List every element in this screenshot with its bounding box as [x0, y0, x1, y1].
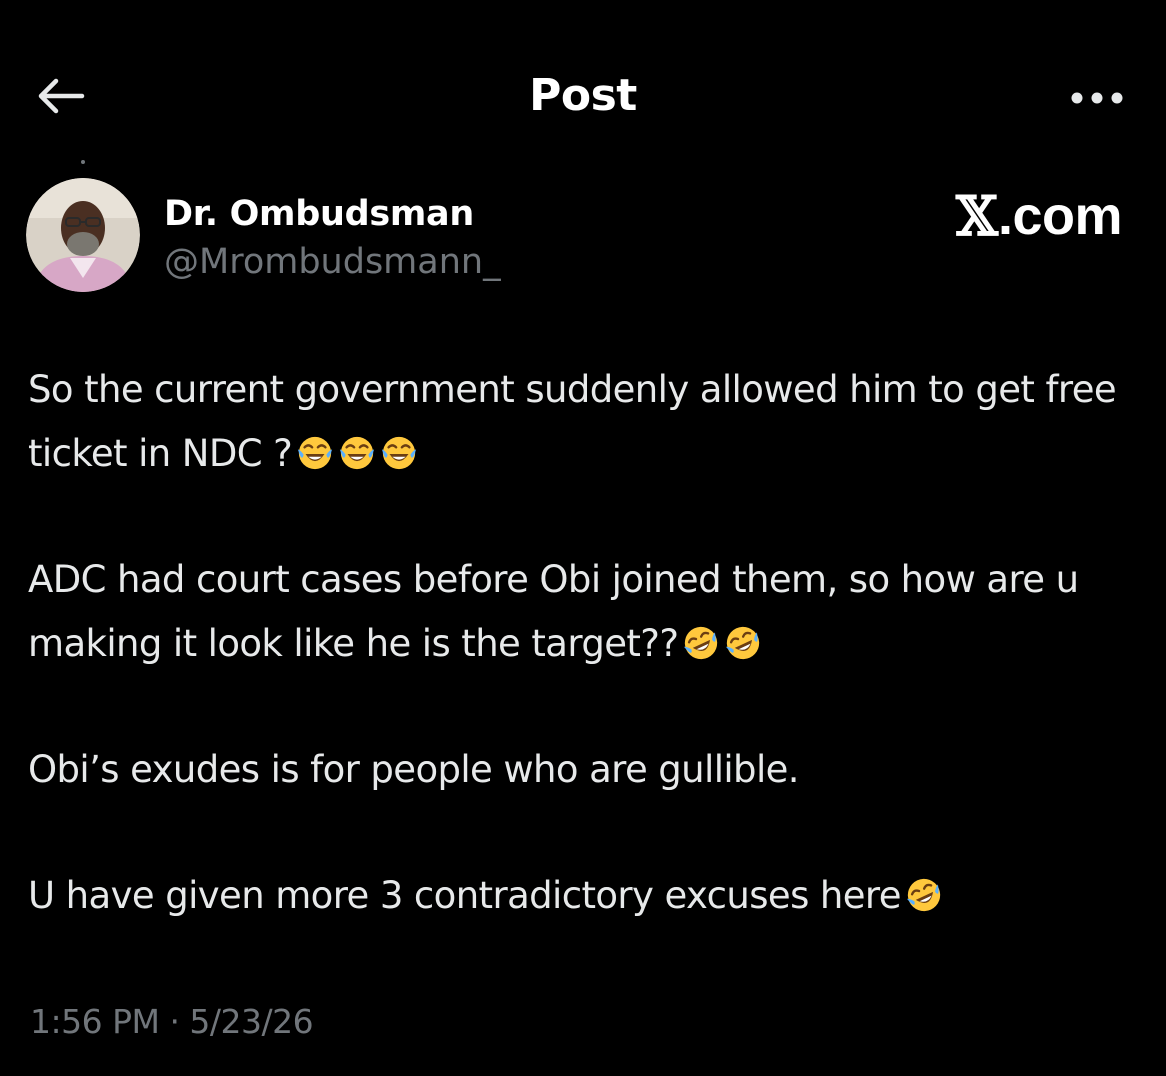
post-timestamp[interactable]: 1:56 PM · 5/23/26: [30, 1000, 314, 1044]
face-with-tears-of-joy-icon: [382, 436, 417, 470]
post-paragraph-text: U have given more 3 contradictory excuse…: [28, 874, 901, 917]
post-paragraph: U have given more 3 contradictory excuse…: [28, 864, 1148, 928]
post-paragraph-text: Obi’s exudes is for people who are gulli…: [28, 748, 800, 791]
more-horizontal-icon: [1071, 92, 1123, 104]
more-options-button[interactable]: [1062, 76, 1132, 120]
page-title: Post: [529, 70, 637, 121]
avatar-photo: [26, 178, 140, 292]
post-text: So the current government suddenly allow…: [28, 358, 1148, 928]
x-logo-icon: 𝕏: [956, 184, 998, 248]
x-com-watermark: 𝕏 .com: [956, 186, 1122, 246]
post-paragraph: ADC had court cases before Obi joined th…: [28, 548, 1148, 676]
author-handle[interactable]: @Mrombudsmann_: [164, 240, 501, 284]
thread-indicator-dot: [81, 160, 85, 164]
post-paragraph: Obi’s exudes is for people who are gulli…: [28, 738, 1148, 802]
rolling-on-the-floor-laughing-icon: [906, 878, 941, 912]
watermark-domain: .com: [997, 186, 1123, 246]
face-with-tears-of-joy-icon: [340, 436, 375, 470]
author-name[interactable]: Dr. Ombudsman: [164, 192, 474, 236]
post-paragraph-text: ADC had court cases before Obi joined th…: [28, 558, 1079, 665]
rolling-on-the-floor-laughing-icon: [684, 626, 718, 660]
face-with-tears-of-joy-icon: [298, 436, 333, 470]
avatar[interactable]: [26, 178, 140, 292]
top-bar: Post: [0, 0, 1166, 190]
post-paragraph-text: So the current government suddenly allow…: [28, 368, 1117, 475]
post-paragraph: So the current government suddenly allow…: [28, 358, 1148, 486]
rolling-on-the-floor-laughing-icon: [726, 626, 760, 660]
